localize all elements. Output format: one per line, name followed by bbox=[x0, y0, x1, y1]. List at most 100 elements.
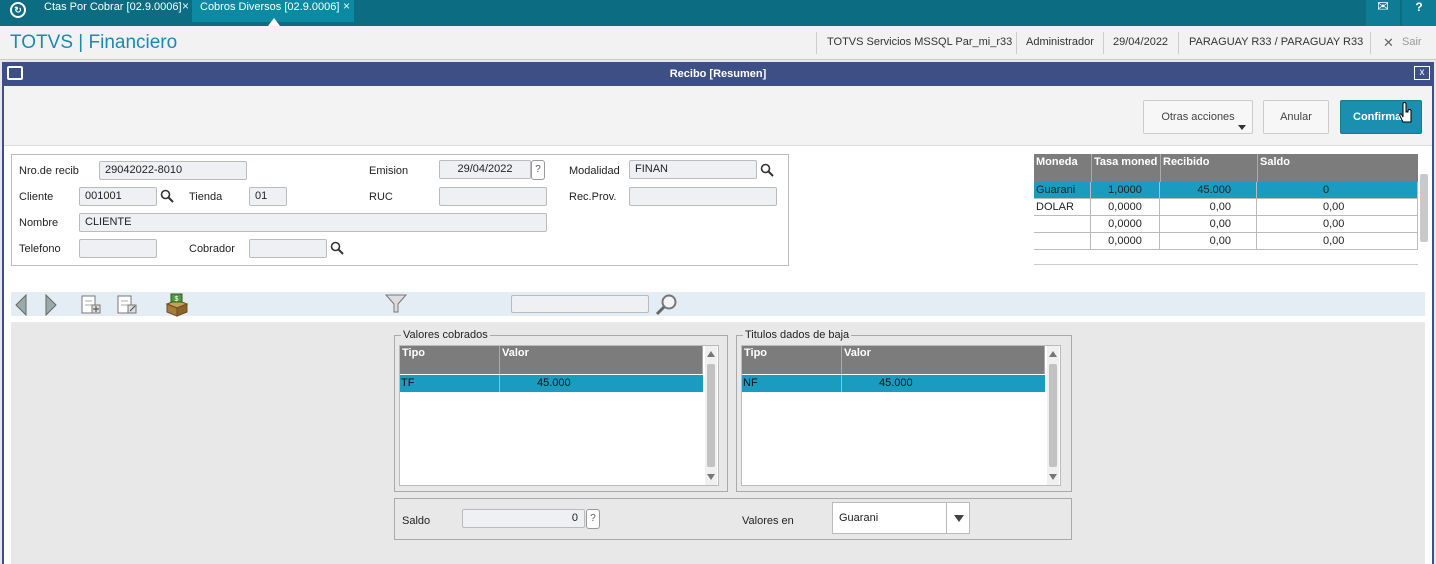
search-icon[interactable] bbox=[654, 293, 680, 317]
table-cell[interactable] bbox=[1034, 233, 1091, 250]
divider bbox=[1178, 32, 1179, 54]
saldo-field[interactable]: 0 bbox=[462, 509, 585, 528]
table-cell[interactable]: 1,0000 bbox=[1091, 182, 1160, 199]
table-cell[interactable]: 0,0000 bbox=[1091, 216, 1160, 233]
search-icon[interactable] bbox=[760, 163, 774, 177]
user-label[interactable]: Administrador bbox=[1026, 36, 1094, 48]
column-header-moneda[interactable]: Moneda bbox=[1034, 154, 1091, 182]
ruc-label: RUC bbox=[369, 191, 393, 203]
table-cell[interactable] bbox=[1034, 216, 1091, 233]
currency-table-scrollbar[interactable] bbox=[1420, 154, 1428, 264]
divider bbox=[1016, 32, 1017, 54]
valores-cobrados-grid[interactable]: Tipo Valor TF 45.000 bbox=[399, 345, 719, 486]
company-label[interactable]: PARAGUAY R33 / PARAGUAY R33 bbox=[1189, 36, 1363, 48]
telefono-label: Telefono bbox=[19, 243, 61, 255]
help-icon[interactable]: ? bbox=[1402, 0, 1436, 26]
nro-recibo-field[interactable]: 29042022-8010 bbox=[99, 161, 247, 180]
titulos-baja-grid[interactable]: Tipo Valor NF 45.000 bbox=[741, 345, 1061, 486]
scrollbar-thumb[interactable] bbox=[1420, 174, 1428, 242]
exit-button[interactable]: Sair bbox=[1402, 36, 1422, 48]
dropdown-button[interactable] bbox=[946, 503, 969, 533]
tienda-field[interactable]: 01 bbox=[249, 187, 287, 206]
table-cell[interactable]: Guarani bbox=[1034, 182, 1091, 199]
emision-field[interactable]: 29/04/2022 bbox=[439, 160, 531, 179]
scroll-up-icon[interactable] bbox=[707, 351, 715, 357]
previous-icon[interactable] bbox=[14, 294, 28, 316]
environment-label: TOTVS Servicios MSSQL Par_mi_r33 bbox=[827, 36, 1013, 48]
table-cell[interactable]: 0 bbox=[1257, 182, 1418, 199]
tab-close-icon[interactable]: × bbox=[182, 0, 189, 13]
column-header-saldo[interactable]: Saldo bbox=[1257, 154, 1418, 182]
saldo-help-button[interactable]: ? bbox=[586, 509, 600, 529]
scrollbar-thumb[interactable] bbox=[1049, 364, 1057, 467]
valores-en-label: Valores en bbox=[742, 515, 794, 527]
rec-prov-field[interactable] bbox=[629, 187, 777, 206]
column-header-tasa[interactable]: Tasa moned bbox=[1091, 154, 1160, 182]
divider bbox=[816, 32, 817, 54]
scrollbar[interactable] bbox=[1047, 346, 1059, 485]
app-header: TOTVS | Financiero TOTVS Servicios MSSQL… bbox=[0, 26, 1436, 60]
close-icon[interactable]: x bbox=[1414, 66, 1430, 80]
filter-icon[interactable] bbox=[384, 293, 408, 315]
table-cell[interactable]: 0,00 bbox=[1257, 233, 1418, 250]
scroll-down-icon[interactable] bbox=[1049, 474, 1057, 480]
mail-icon[interactable]: ✉ bbox=[1366, 0, 1400, 26]
money-box-icon[interactable]: $ bbox=[164, 292, 190, 318]
table-cell[interactable]: 45.000 bbox=[500, 375, 703, 392]
cursor-pointer-icon bbox=[1399, 102, 1412, 123]
table-cell[interactable]: 0,0000 bbox=[1091, 199, 1160, 216]
tab-ctas-por-cobrar[interactable]: Ctas Por Cobrar [02.9.0006] × bbox=[36, 0, 192, 22]
table-cell[interactable]: 45.000 bbox=[1160, 182, 1257, 199]
chevron-down-icon bbox=[1238, 125, 1246, 130]
group-title: Titulos dados de baja bbox=[743, 329, 852, 341]
table-cell[interactable]: 0,00 bbox=[1257, 216, 1418, 233]
table-cell[interactable]: 0,00 bbox=[1160, 216, 1257, 233]
otras-acciones-button[interactable]: Otras acciones bbox=[1143, 100, 1253, 134]
tab-close-icon[interactable]: × bbox=[343, 0, 350, 13]
table-cell[interactable]: 0,00 bbox=[1257, 199, 1418, 216]
table-cell[interactable]: NF bbox=[742, 375, 842, 392]
table-cell[interactable]: 0,0000 bbox=[1091, 233, 1160, 250]
table-cell[interactable]: 0,00 bbox=[1160, 233, 1257, 250]
scroll-up-icon[interactable] bbox=[1049, 351, 1057, 357]
currency-table[interactable]: Moneda Tasa moned Recibido Saldo Guarani… bbox=[1034, 154, 1418, 266]
button-label: Otras acciones bbox=[1161, 111, 1235, 123]
active-tab-indicator bbox=[268, 18, 280, 26]
edit-document-icon[interactable] bbox=[116, 294, 138, 316]
table-cell[interactable]: DOLAR bbox=[1034, 199, 1091, 216]
cobrador-field[interactable] bbox=[249, 239, 327, 258]
column-header-tipo[interactable]: Tipo bbox=[400, 346, 500, 374]
table-cell[interactable]: 45.000 bbox=[842, 375, 1045, 392]
cliente-field[interactable]: 001001 bbox=[79, 187, 157, 206]
search-icon[interactable] bbox=[330, 241, 344, 255]
anular-button[interactable]: Anular bbox=[1263, 100, 1329, 134]
telefono-field[interactable] bbox=[79, 239, 157, 258]
emision-label: Emision bbox=[369, 165, 409, 177]
next-icon[interactable] bbox=[44, 294, 58, 316]
column-header-tipo[interactable]: Tipo bbox=[742, 346, 842, 374]
scrollbar[interactable] bbox=[705, 346, 717, 485]
column-header-valor[interactable]: Valor bbox=[842, 346, 1045, 374]
nombre-field[interactable]: CLIENTE bbox=[79, 213, 547, 232]
column-header-recibido[interactable]: Recibido bbox=[1160, 154, 1257, 182]
cliente-label: Cliente bbox=[19, 191, 54, 203]
app-title: TOTVS | Financiero bbox=[10, 32, 178, 53]
dialog-titlebar: Recibo [Resumen] x bbox=[2, 62, 1434, 86]
search-icon[interactable] bbox=[160, 189, 174, 203]
modalidad-field[interactable]: FINAN bbox=[629, 160, 757, 179]
nro-recibo-label: Nro.de recib bbox=[19, 165, 79, 177]
grid-search-input[interactable] bbox=[511, 295, 649, 313]
date-label: 29/04/2022 bbox=[1113, 36, 1169, 48]
svg-text:$: $ bbox=[175, 296, 179, 303]
exit-icon[interactable]: ✕ bbox=[1383, 35, 1394, 51]
add-document-icon[interactable] bbox=[80, 294, 102, 316]
app-logo-icon[interactable]: ↻ bbox=[10, 2, 26, 18]
table-cell[interactable]: TF bbox=[400, 375, 500, 392]
column-header-valor[interactable]: Valor bbox=[500, 346, 703, 374]
scrollbar-thumb[interactable] bbox=[707, 364, 715, 467]
ruc-field[interactable] bbox=[439, 187, 547, 206]
table-cell[interactable]: 0,00 bbox=[1160, 199, 1257, 216]
date-help-button[interactable]: ? bbox=[531, 160, 545, 180]
tab-label: Ctas Por Cobrar [02.9.0006] bbox=[44, 1, 182, 13]
scroll-down-icon[interactable] bbox=[707, 474, 715, 480]
